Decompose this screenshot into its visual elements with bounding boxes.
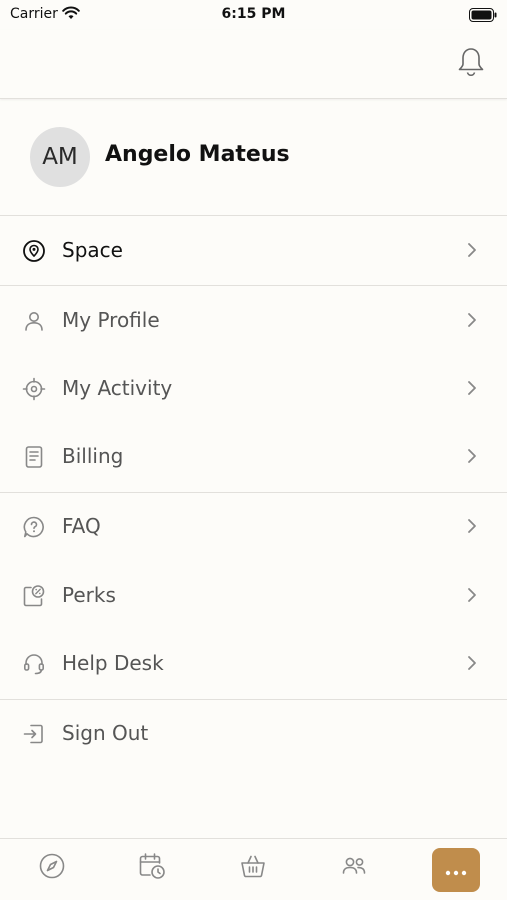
- menu-label-sign-out: Sign Out: [62, 721, 149, 745]
- menu-item-help-desk[interactable]: Help Desk: [0, 630, 507, 698]
- menu-item-perks[interactable]: Perks: [0, 562, 507, 630]
- chevron-right-icon: [467, 655, 477, 675]
- menu-label-help-desk: Help Desk: [62, 651, 164, 675]
- menu-label-billing: Billing: [62, 444, 124, 468]
- headset-icon: [22, 652, 46, 676]
- basket-icon: [239, 852, 267, 884]
- menu-item-faq[interactable]: FAQ: [0, 493, 507, 561]
- compass-icon: [38, 852, 66, 884]
- chevron-right-icon: [467, 587, 477, 607]
- tab-community[interactable]: [337, 851, 371, 885]
- top-header: [0, 30, 507, 99]
- menu-item-my-activity[interactable]: My Activity: [0, 355, 507, 423]
- user-icon: [22, 309, 46, 333]
- sign-out-icon: [22, 722, 46, 746]
- profile-header[interactable]: AM Angelo Mateus: [0, 100, 507, 216]
- question-bubble-icon: [22, 515, 46, 539]
- menu-item-billing[interactable]: Billing: [0, 423, 507, 491]
- user-name: Angelo Mateus: [105, 142, 290, 167]
- menu-item-my-profile[interactable]: My Profile: [0, 287, 507, 355]
- crosshair-icon: [22, 377, 46, 401]
- menu-label-space: Space: [62, 238, 123, 262]
- menu-label-perks: Perks: [62, 583, 116, 607]
- menu-label-faq: FAQ: [62, 514, 101, 538]
- avatar: AM: [30, 127, 90, 187]
- location-pin-icon: [22, 239, 46, 263]
- chevron-right-icon: [467, 380, 477, 400]
- menu-item-sign-out[interactable]: Sign Out: [0, 700, 507, 768]
- battery-icon: [469, 7, 497, 26]
- divider: [0, 285, 507, 286]
- bottom-tab-bar: [0, 838, 507, 900]
- menu-item-space[interactable]: Space: [0, 217, 507, 285]
- coupon-icon: [22, 584, 46, 608]
- tab-explore[interactable]: [35, 851, 69, 885]
- chevron-right-icon: [467, 448, 477, 468]
- calendar-clock-icon: [137, 851, 167, 885]
- chevron-right-icon: [467, 518, 477, 538]
- chevron-right-icon: [467, 312, 477, 332]
- bell-icon[interactable]: [457, 46, 485, 82]
- tab-bookings[interactable]: [135, 851, 169, 885]
- people-icon: [340, 852, 368, 884]
- status-bar: Carrier 6:15 PM: [0, 0, 507, 30]
- receipt-icon: [22, 445, 46, 469]
- more-dots-icon: [445, 860, 467, 881]
- tab-shop[interactable]: [236, 851, 270, 885]
- clock: 6:15 PM: [221, 6, 286, 22]
- tab-more[interactable]: [432, 848, 480, 892]
- menu-label-my-activity: My Activity: [62, 376, 173, 400]
- chevron-right-icon: [467, 242, 477, 262]
- menu-label-my-profile: My Profile: [62, 308, 160, 332]
